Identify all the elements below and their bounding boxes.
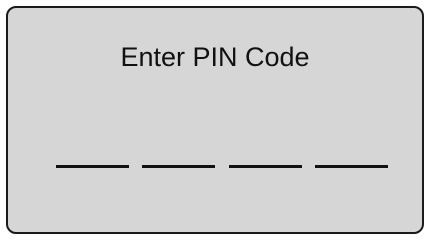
screen-title: Enter PIN Code [120,42,310,72]
pin-input-field[interactable] [56,165,388,169]
pin-digit-slot [315,165,388,168]
pin-entry-screen: Enter PIN Code [6,6,424,234]
pin-digit-slot [56,165,129,168]
pin-digit-slot [142,165,215,168]
pin-digit-slot [229,165,302,168]
